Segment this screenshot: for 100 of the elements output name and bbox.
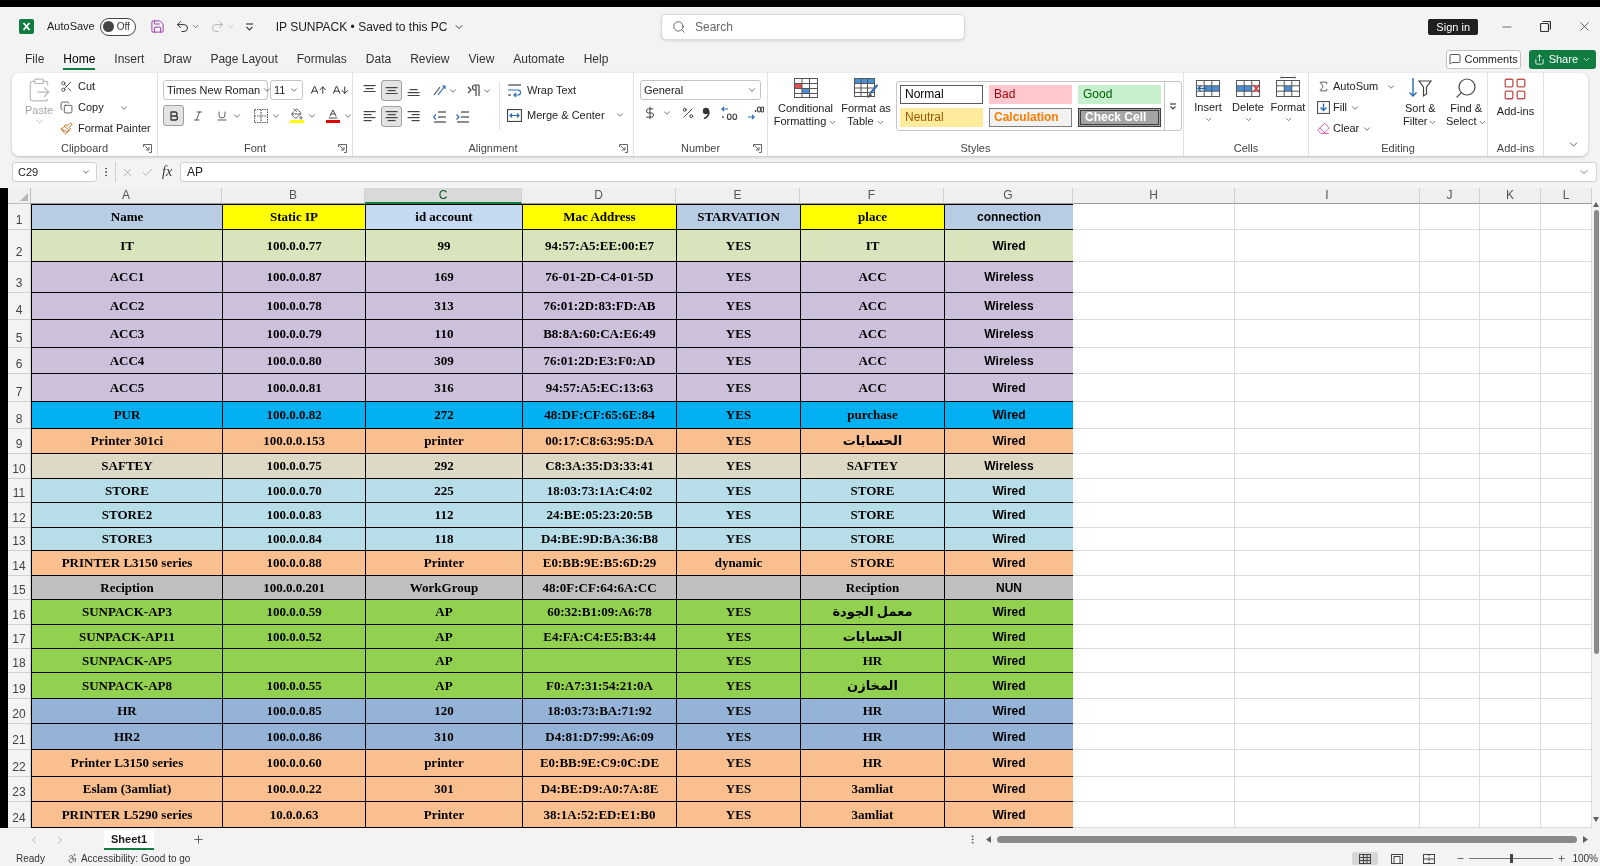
row-header[interactable]: 17 [8, 625, 31, 649]
row-header[interactable]: 2 [8, 230, 31, 262]
row-header[interactable]: 19 [8, 673, 31, 699]
menu-tab[interactable]: Page Layout [210, 48, 278, 70]
decimal-arrow-left-icon[interactable] [721, 106, 738, 120]
document-title[interactable]: IP SUNPACK • Saved to this PC [275, 17, 465, 36]
row-header[interactable]: 3 [8, 262, 31, 293]
row-header[interactable]: 11 [8, 479, 31, 503]
menu-tab[interactable]: Formulas [296, 48, 347, 70]
cut-button[interactable]: Cut [60, 77, 151, 96]
view-button[interactable] [1352, 852, 1379, 865]
scroll-down-icon[interactable] [1593, 817, 1599, 822]
column-header[interactable]: E [676, 188, 800, 204]
format-as-table-button[interactable]: Format as Table [839, 77, 893, 128]
cell-style-option[interactable]: Neutral [900, 108, 983, 127]
font-name-dropdown[interactable]: Times New Roman [163, 80, 268, 100]
comments-button[interactable]: Comments [1445, 49, 1521, 69]
font-size-dropdown[interactable]: 11 [270, 80, 303, 100]
restore-icon[interactable] [1540, 21, 1551, 32]
row-header[interactable]: 16 [8, 600, 31, 625]
slider-thumb[interactable] [1510, 854, 1514, 863]
sort-filter-button[interactable]: Sort & Filter [1399, 76, 1442, 128]
borders-icon[interactable] [254, 108, 268, 123]
add-ins-button[interactable]: Add-ins [1496, 76, 1535, 140]
zoom-in-icon[interactable] [1557, 854, 1567, 863]
scroll-right-icon[interactable] [1583, 836, 1588, 843]
dialog-launcher-icon[interactable] [338, 143, 347, 153]
currency-icon[interactable] [643, 106, 657, 120]
align-middle-button[interactable] [381, 80, 402, 101]
row-header[interactable]: 24 [8, 802, 31, 828]
scroll-left-icon[interactable] [986, 836, 991, 843]
zoom-slider[interactable] [1469, 854, 1554, 863]
caret-icon[interactable] [190, 22, 200, 31]
find-select-button[interactable]: Find & Select [1444, 76, 1489, 128]
format-painter-button[interactable]: Format Painter [60, 119, 151, 138]
wrap-text-button[interactable]: Wrap Text [507, 80, 625, 100]
column-header[interactable]: A [31, 188, 222, 204]
cells-button[interactable]: Format [1270, 76, 1306, 124]
search-field[interactable]: Search [661, 13, 965, 40]
horizontal-scrollbar[interactable] [986, 834, 1588, 845]
column-header[interactable]: H [1073, 188, 1235, 204]
column-header[interactable]: I [1235, 188, 1420, 204]
menu-tab[interactable]: View [468, 48, 495, 70]
row-header[interactable]: 8 [8, 402, 31, 429]
font-color-icon[interactable] [326, 108, 340, 123]
cell-style-option[interactable]: Good [1078, 85, 1161, 104]
copy-button[interactable]: Copy [60, 98, 151, 117]
menu-tab[interactable]: Draw [163, 48, 192, 70]
dialog-launcher-icon[interactable] [753, 143, 762, 153]
row-header[interactable]: 13 [8, 528, 31, 551]
row-header[interactable]: 10 [8, 454, 31, 479]
row-header[interactable]: 23 [8, 777, 31, 802]
customize-icon[interactable] [244, 22, 254, 31]
highlight-icon[interactable] [290, 108, 304, 123]
undo-icon[interactable] [174, 19, 190, 34]
decimal-arrow-right-icon[interactable] [747, 106, 764, 120]
autosave-toggle[interactable]: Off [99, 17, 136, 36]
close-icon[interactable] [1577, 19, 1592, 34]
column-header[interactable]: D [522, 188, 676, 204]
menu-tab[interactable]: Help [583, 48, 609, 70]
row-header[interactable]: 7 [8, 374, 31, 402]
comma-style-icon[interactable] [702, 107, 710, 119]
row-header[interactable]: 21 [8, 724, 31, 750]
column-header[interactable]: G [944, 188, 1073, 204]
row-header[interactable]: 12 [8, 503, 31, 528]
row-header[interactable]: 15 [8, 576, 31, 600]
fill-button[interactable]: Fill [1317, 98, 1397, 117]
cell-style-option[interactable]: Bad [989, 85, 1072, 104]
sign-in-button[interactable]: Sign in [1428, 18, 1478, 35]
save-icon[interactable] [149, 19, 165, 34]
row-header[interactable]: 18 [8, 649, 31, 673]
percent-icon[interactable] [681, 106, 695, 120]
scroll-up-icon[interactable] [1593, 202, 1599, 207]
column-header[interactable]: F [800, 188, 944, 204]
number-format-dropdown[interactable]: General [640, 80, 761, 100]
sheet-tab[interactable]: Sheet1 [104, 829, 155, 850]
cells-button[interactable]: Insert [1190, 76, 1226, 124]
menu-tab[interactable]: Review [410, 48, 450, 70]
menu-tab[interactable]: Automate [513, 48, 565, 70]
cells-button[interactable]: Delete [1230, 76, 1266, 124]
row-header[interactable]: 9 [8, 429, 31, 454]
align-center-button[interactable] [381, 106, 402, 127]
dialog-launcher-icon[interactable] [619, 143, 628, 153]
column-header[interactable]: K [1480, 188, 1541, 204]
increase-indent-icon[interactable] [456, 110, 470, 123]
row-header[interactable]: 5 [8, 320, 31, 348]
row-header[interactable]: 14 [8, 551, 31, 576]
column-header[interactable]: B [222, 188, 365, 204]
menu-tab[interactable]: File [25, 48, 45, 70]
row-header[interactable]: 22 [8, 750, 31, 777]
autosum-button[interactable]: AutoSum [1317, 77, 1379, 96]
text-direction-icon[interactable] [467, 84, 481, 97]
row-header[interactable]: 1 [8, 204, 31, 230]
share-button[interactable]: Share [1528, 49, 1596, 69]
column-header[interactable]: L [1541, 188, 1592, 204]
bold-button[interactable] [163, 105, 184, 126]
row-header[interactable]: 4 [8, 293, 31, 320]
formula-input[interactable]: AP [180, 162, 1597, 182]
menu-tab[interactable]: Data [365, 48, 392, 70]
angled-text-icon[interactable] [433, 84, 447, 97]
